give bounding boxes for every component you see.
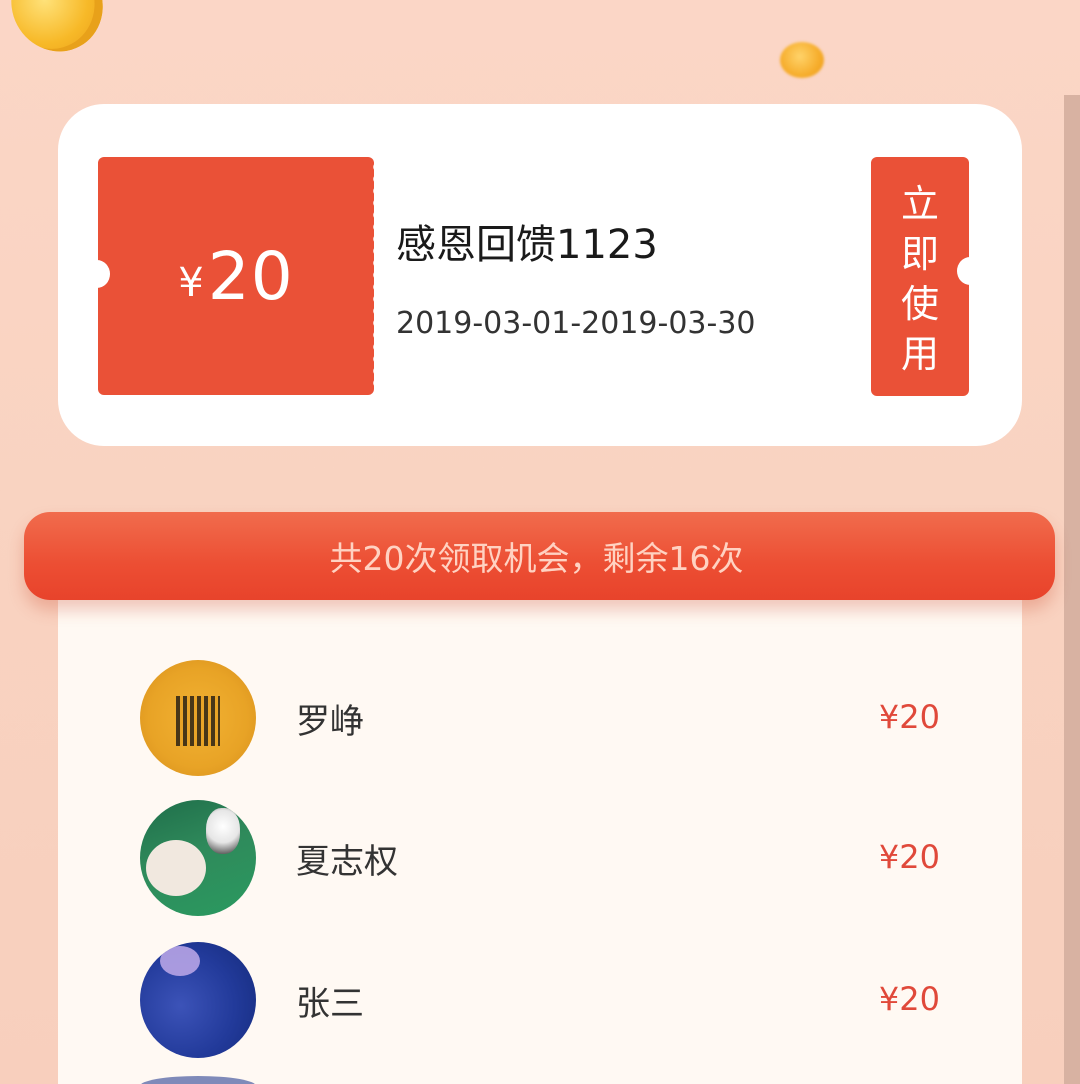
coupon-title: 感恩回馈1123 (396, 222, 658, 268)
use-now-button[interactable]: 立即使用 (871, 157, 983, 396)
claimed-amount: ¥20 (878, 838, 940, 876)
gold-coin-decoration (0, 0, 120, 68)
list-item: 罗峥 ¥20 (140, 660, 940, 776)
list-item: 夏志权 ¥20 (140, 800, 940, 916)
claim-chances-banner: 共20次领取机会，剩余16次 (24, 512, 1055, 600)
ticket-perforation (368, 161, 380, 391)
claim-chances-text: 共20次领取机会，剩余16次 (329, 539, 744, 578)
coupon-validity-dates: 2019-03-01-2019-03-30 (396, 306, 756, 341)
avatar (140, 942, 256, 1058)
avatar (140, 660, 256, 776)
claimed-amount: ¥20 (878, 980, 940, 1018)
avatar (140, 800, 256, 916)
small-coin-decoration (780, 42, 824, 78)
claimer-name: 罗峥 (296, 702, 364, 742)
ticket-notch (84, 260, 110, 288)
scroll-edge (1064, 95, 1080, 1084)
claimed-amount: ¥20 (878, 698, 940, 736)
claimer-name: 夏志权 (296, 842, 398, 882)
coupon-amount: 20 (207, 237, 294, 315)
use-now-label: 立即使用 (900, 182, 939, 376)
coupon-value-stub: ¥ 20 (84, 157, 380, 395)
claimer-name: 张三 (296, 984, 364, 1024)
list-item: 张三 ¥20 (140, 942, 940, 1058)
coupon-currency-symbol: ¥ (178, 260, 204, 306)
ticket-notch (957, 257, 983, 285)
